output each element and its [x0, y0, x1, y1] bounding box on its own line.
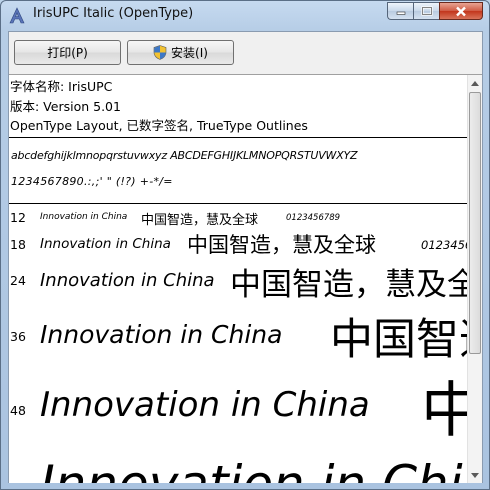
font-viewer-window: IrisUPC Italic (OpenType) 打印(P) 安装(I) 字体… [0, 0, 490, 490]
window-title: IrisUPC Italic (OpenType) [33, 6, 194, 21]
sample-latin: Innovation in China [40, 270, 215, 291]
minimize-button[interactable] [387, 2, 413, 20]
sample-latin: Innovation in China [40, 455, 482, 483]
maximize-button[interactable] [413, 2, 439, 20]
sample-latin: Innovation in China [40, 212, 128, 222]
charset-digits: 1234567890.:,;' " (!?) +-*/= [11, 175, 173, 188]
sample-latin: Innovation in China [40, 236, 171, 252]
close-icon [456, 6, 466, 16]
font-app-icon [9, 7, 25, 24]
install-button[interactable]: 安装(I) [127, 40, 234, 65]
scroll-down-button[interactable] [468, 467, 482, 483]
sample-cjk: 中国智造，慧及全球 [230, 267, 482, 303]
font-version-line: 版本: Version 5.01 [10, 98, 121, 114]
charset-letters: abcdefghijklmnopqrstuvwxyz ABCDEFGHIJKLM… [11, 149, 358, 162]
size-label: 24 [10, 273, 26, 288]
sample-cjk: 中国智造，慧及全球 [141, 213, 259, 228]
divider [9, 137, 469, 138]
caption-buttons [387, 2, 483, 21]
arrow-up-icon [471, 80, 479, 86]
vertical-scrollbar[interactable] [467, 75, 482, 483]
sample-cjk: 中国智造 [330, 315, 482, 365]
sample-latin: Innovation in China [40, 385, 370, 425]
size-label: 36 [10, 329, 26, 344]
uac-shield-icon [153, 45, 167, 60]
size-label: 12 [10, 210, 26, 225]
size-label: 18 [10, 237, 26, 252]
font-info: 字体名称: IrisUPC 版本: Version 5.01 OpenType … [10, 77, 308, 136]
maximize-icon [420, 6, 433, 16]
font-type-line: OpenType Layout, 已数字签名, TrueType Outline… [10, 118, 308, 133]
sample-latin: Innovation in China [40, 320, 283, 349]
client-area: 打印(P) 安装(I) 字体名称: IrisUPC 版本: Version 5.… [8, 31, 483, 483]
font-name-line: 字体名称: IrisUPC [10, 79, 113, 94]
size-label: 48 [10, 403, 26, 418]
print-button[interactable]: 打印(P) [14, 40, 121, 65]
toolbar: 打印(P) 安装(I) [9, 32, 482, 74]
sample-digits: 0123456789 [286, 213, 341, 223]
sample-cjk: 中国智造，慧及全球 [187, 233, 376, 257]
install-button-label: 安装(I) [171, 46, 208, 60]
arrow-down-icon [471, 472, 479, 478]
close-button[interactable] [439, 2, 483, 20]
print-button-label: 打印(P) [47, 46, 88, 60]
scrollbar-thumb[interactable] [469, 92, 481, 354]
minimize-icon [396, 11, 405, 15]
scroll-up-button[interactable] [468, 75, 482, 91]
font-preview-pane[interactable]: 字体名称: IrisUPC 版本: Version 5.01 OpenType … [9, 74, 482, 483]
title-bar[interactable]: IrisUPC Italic (OpenType) [1, 1, 489, 31]
divider [9, 203, 469, 204]
